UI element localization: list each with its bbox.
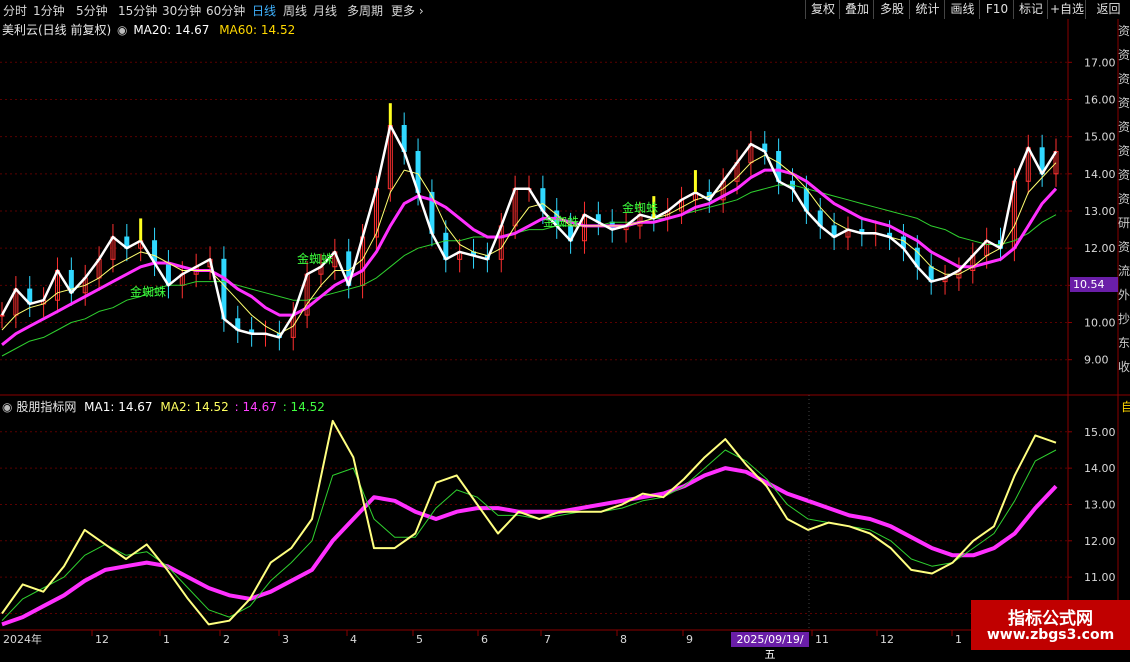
right-strip-item[interactable]: 资 (1118, 238, 1130, 262)
sub-y-tick-label: 14.00 (1084, 462, 1116, 475)
watermark-url: www.zbgs3.com (986, 627, 1115, 643)
signal-bar (388, 103, 392, 126)
sub-right-tag: 自 (1121, 400, 1130, 414)
signal-label: 金蜘蛛 (622, 200, 658, 215)
sub-y-tick-label: 11.00 (1084, 571, 1116, 584)
cursor-date-box: 2025/09/19/五 (731, 632, 809, 661)
x-month-label: 12 (95, 633, 109, 646)
chart-svg[interactable]: 9.00 10.00 11.00 12.00 13.00 14.00 15.00 16.00 1… (0, 0, 1130, 650)
main-y-tick-label: 9.00 (1084, 354, 1109, 367)
sub-settings-icon[interactable]: ◉ (2, 400, 12, 414)
signal-label: 金蜘蛛 (297, 251, 333, 266)
sub-y-tick-label: 15.00 (1084, 426, 1116, 439)
right-side-strip[interactable]: 资资资资资资资资研资流外抄东收 (1118, 22, 1130, 392)
right-strip-item[interactable]: 资 (1118, 46, 1130, 70)
candle-body (0, 314, 5, 317)
x-month-label: 7 (544, 633, 551, 646)
signal-bar (139, 218, 143, 241)
x-year-label: 2024年 (3, 632, 42, 646)
sub-y-tick-label: 13.00 (1084, 498, 1116, 511)
ma20-label: MA20: 14.67 (133, 23, 210, 37)
x-month-label: 6 (481, 633, 488, 646)
signal-label: 金蜘蛛 (130, 284, 166, 299)
main-panel-header: 美利云(日线 前复权) ◉ MA20: 14.67 MA60: 14.52 (2, 21, 295, 38)
main-y-tick-label: 17.00 (1084, 56, 1116, 69)
ma60-label: MA60: 14.52 (219, 23, 296, 37)
x-month-label: 12 (880, 633, 894, 646)
x-month-label: 5 (416, 633, 423, 646)
right-strip-item[interactable]: 收 (1118, 358, 1130, 382)
right-strip-item[interactable]: 资 (1118, 142, 1130, 166)
x-month-label: 1 (955, 633, 962, 646)
x-month-label: 9 (686, 633, 693, 646)
cursor-price-box: 10.54 (1070, 277, 1118, 292)
right-strip-item[interactable]: 资 (1118, 118, 1130, 142)
main-y-tick-label: 10.00 (1084, 317, 1116, 330)
main-y-tick-label: 12.00 (1084, 242, 1116, 255)
right-strip-item[interactable]: 资 (1118, 70, 1130, 94)
stock-title[interactable]: 美利云(日线 前复权) (2, 23, 111, 37)
x-month-label: 4 (350, 633, 357, 646)
right-strip-item[interactable]: 东 (1118, 334, 1130, 358)
x-month-label: 1 (163, 633, 170, 646)
right-strip-item[interactable]: 研 (1118, 214, 1130, 238)
sub-y-tick-label: 12.00 (1084, 535, 1116, 548)
ma2-label: MA2: 14.52 (160, 400, 229, 414)
sub-panel-header: ◉ 股朋指标网 MA1: 14.67 MA2: 14.52 : 14.67 : … (2, 398, 325, 415)
x-month-label: 2 (223, 633, 230, 646)
right-strip-item[interactable]: 抄 (1118, 310, 1130, 334)
right-strip-item[interactable]: 流 (1118, 262, 1130, 286)
right-strip-item[interactable]: 资 (1118, 166, 1130, 190)
ma1-label: MA1: 14.67 (84, 400, 153, 414)
watermark-title: 指标公式网 (1008, 609, 1093, 629)
ma4-value: : 14.52 (282, 400, 325, 414)
right-strip-item[interactable]: 资 (1118, 190, 1130, 214)
settings-icon[interactable]: ◉ (117, 23, 127, 37)
x-month-label: 11 (815, 633, 829, 646)
ma3-value: : 14.67 (234, 400, 277, 414)
x-month-label: 8 (620, 633, 627, 646)
watermark-logo: 指标公式网 www.zbgs3.com (971, 600, 1130, 650)
x-month-label: 3 (282, 633, 289, 646)
main-y-tick-label: 13.00 (1084, 205, 1116, 218)
main-y-tick-label: 14.00 (1084, 168, 1116, 181)
main-y-tick-label: 16.00 (1084, 93, 1116, 106)
right-strip-item[interactable]: 资 (1118, 94, 1130, 118)
signal-label: 金蜘蛛 (543, 214, 579, 229)
signal-bar (693, 170, 697, 193)
right-strip-item[interactable]: 资 (1118, 22, 1130, 46)
main-y-tick-label: 15.00 (1084, 131, 1116, 144)
right-strip-item[interactable]: 外 (1118, 286, 1130, 310)
sub-title[interactable]: 股朋指标网 (16, 400, 76, 414)
